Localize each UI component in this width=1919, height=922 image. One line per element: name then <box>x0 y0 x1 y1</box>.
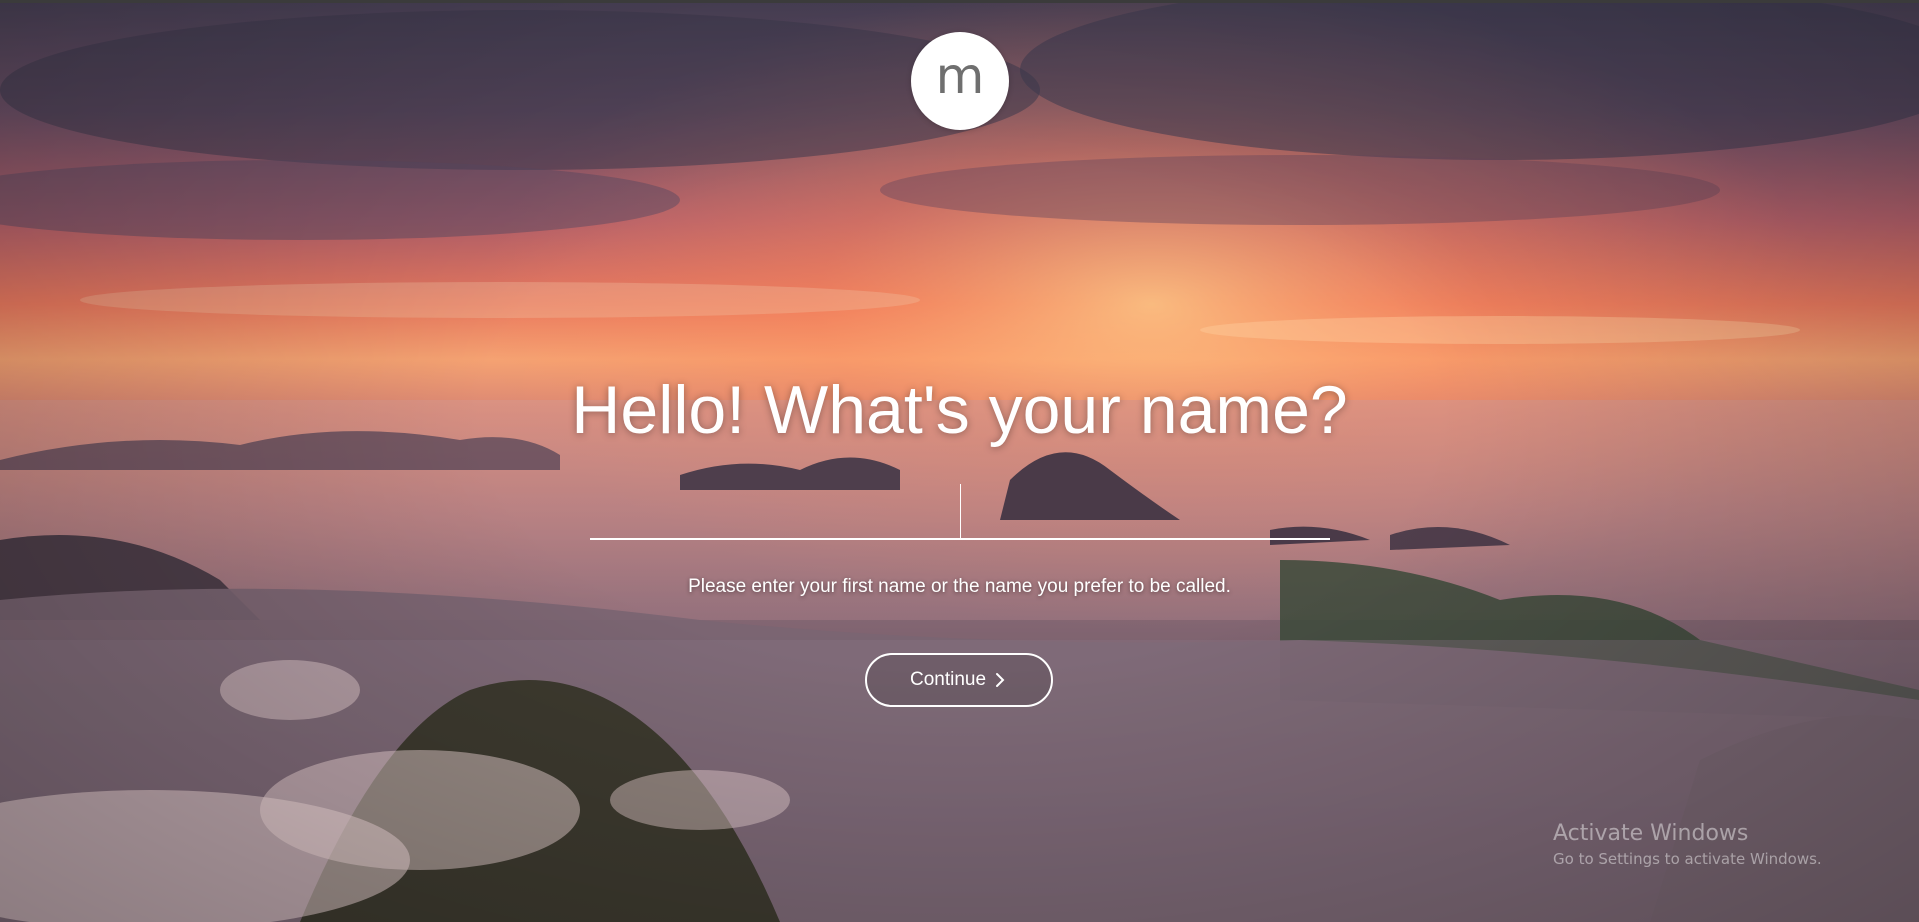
activate-windows-watermark: Activate Windows Go to Settings to activ… <box>1553 821 1822 868</box>
text-caret <box>960 484 961 540</box>
background-photo <box>0 0 1919 922</box>
continue-button[interactable]: Continue <box>865 653 1053 707</box>
chevron-right-icon <box>996 673 1005 687</box>
watermark-title: Activate Windows <box>1553 821 1749 846</box>
page-title: Hello! What's your name? <box>571 372 1348 448</box>
new-tab-page: m Hello! What's your name? Please enter … <box>0 0 1919 922</box>
name-hint: Please enter your first name or the name… <box>688 576 1231 597</box>
watermark-subtitle: Go to Settings to activate Windows. <box>1553 850 1822 868</box>
top-strip <box>0 0 1919 3</box>
continue-label: Continue <box>909 669 987 690</box>
momentum-logo: m <box>911 32 1009 130</box>
logo-letter: m <box>935 47 985 105</box>
